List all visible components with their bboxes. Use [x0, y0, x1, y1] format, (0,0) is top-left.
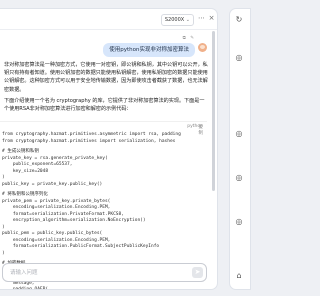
model-selector[interactable]: S2000X ⌄: [160, 14, 194, 26]
copy-icon[interactable]: ⧉: [183, 36, 186, 41]
user-avatar: [198, 43, 207, 52]
scrollbar[interactable]: [212, 31, 215, 191]
chat-topbar: S2000X ⌄ ⋯ ×: [0, 9, 217, 30]
code-block: python 复制 from cryptography.hazmat.primi…: [0, 121, 207, 289]
send-button[interactable]: ➤: [192, 267, 203, 278]
message-actions: ⧉ ✎: [103, 35, 194, 41]
close-icon[interactable]: ×: [207, 14, 216, 23]
copy-code-button[interactable]: 复制: [199, 124, 204, 136]
chat-icon[interactable]: ◎: [234, 53, 244, 63]
user-message: ⧉ ✎ 使用python实现非对称加密算法: [103, 35, 207, 57]
answer-paragraph-1: 非对称加密算法是一种加密方式，它使用一对密钥，即公钥和私钥，其中公钥可以公开，私…: [4, 62, 208, 93]
refresh-icon[interactable]: ↻: [234, 15, 244, 25]
input-placeholder: 请输入问题: [10, 270, 38, 276]
chat-icon[interactable]: ◎: [234, 217, 244, 227]
chat-input[interactable]: 请输入问题 ➤: [2, 263, 207, 282]
robot-icon[interactable]: ⌂: [234, 271, 244, 281]
answer-paragraph-2: 下面介绍使用一个名为 cryptography 的库，它提供了非对称加密算法的实…: [4, 97, 205, 113]
user-bubble: 使用python实现非对称加密算法: [103, 43, 195, 57]
chat-icon[interactable]: ◎: [234, 173, 244, 183]
chevron-down-icon: ⌄: [185, 17, 190, 23]
more-icon[interactable]: ⋯: [197, 14, 206, 23]
model-name: S2000X: [164, 17, 185, 23]
chat-panel: S2000X ⌄ ⋯ × ⧉ ✎ 使用python实现非对称加密算法 非对称加密…: [0, 8, 218, 290]
code-line: from cryptography.hazmat.primitives.asym…: [2, 132, 181, 137]
edit-icon[interactable]: ✎: [190, 36, 194, 41]
chat-icon[interactable]: ◎: [234, 129, 244, 139]
code-block-header: python 复制: [0, 121, 207, 136]
code-line: padding.OAEP(: [2, 287, 49, 290]
secondary-panel: ↻ ◎ ◎ ◎ ◎ ⌂: [229, 8, 251, 290]
assistant-answer: 非对称加密算法是一种加密方式，它使用一对密钥，即公钥和私钥，其中公钥可以公开，私…: [4, 61, 209, 116]
